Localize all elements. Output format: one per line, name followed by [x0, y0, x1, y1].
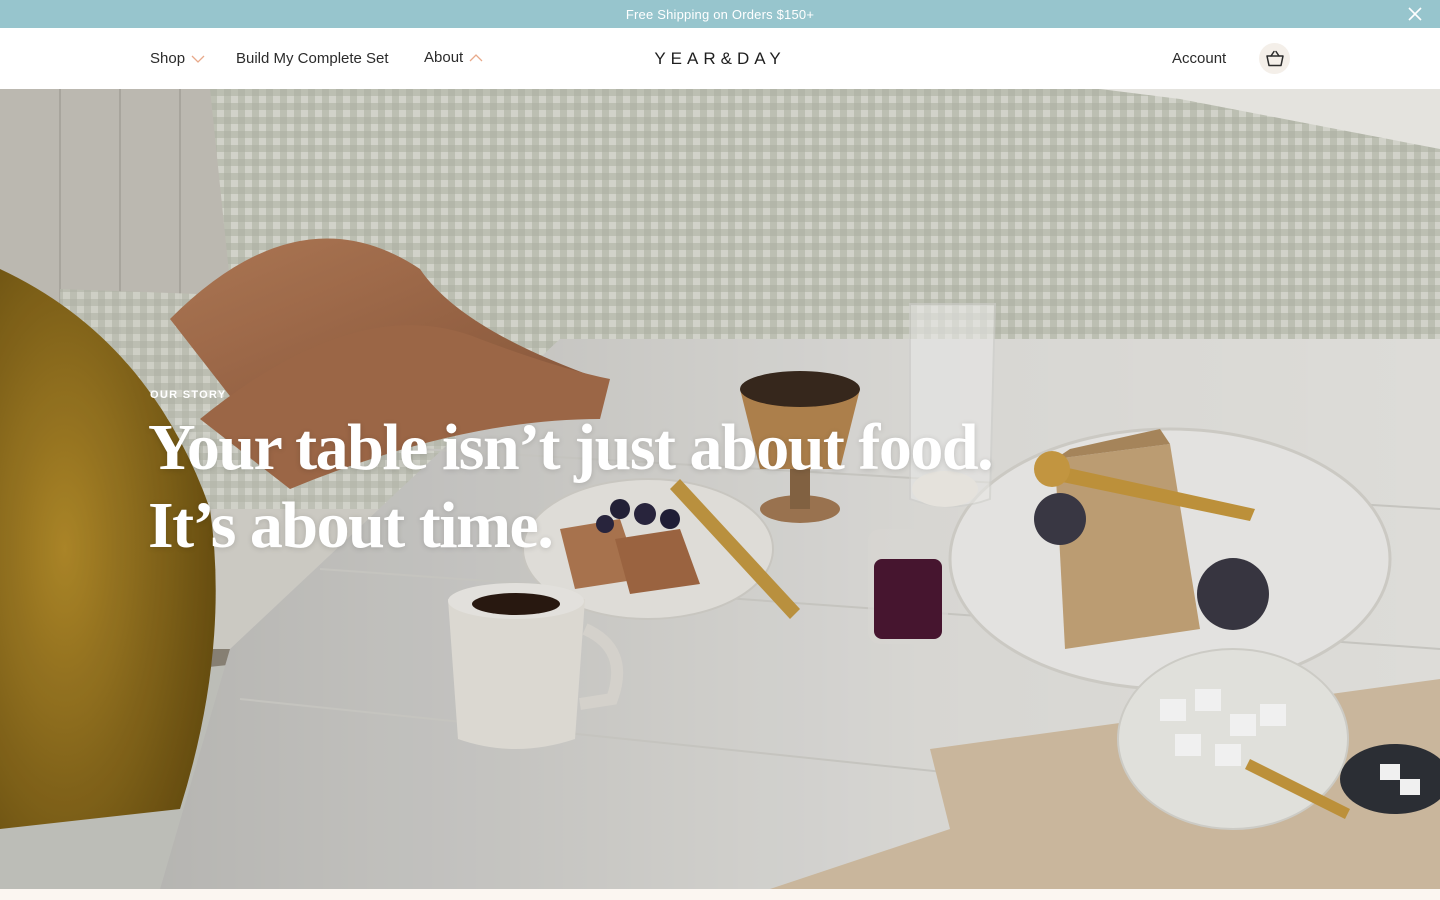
- hero-section: OUR STORY Your table isn’t just about fo…: [0, 89, 1440, 889]
- hero-headline: Your table isn’t just about food. It’s a…: [148, 409, 1048, 565]
- page-bottom-strip: [0, 889, 1440, 900]
- hero-eyebrow: OUR STORY: [150, 389, 227, 401]
- nav-account[interactable]: Account: [1172, 28, 1226, 89]
- hero-headline-line-1: Your table isn’t just about food.: [148, 411, 994, 484]
- brand-logo[interactable]: YEAR&DAY: [654, 49, 785, 69]
- nav-shop-label: Shop: [150, 50, 186, 67]
- chevron-down-icon: [191, 55, 205, 63]
- promo-text: Free Shipping on Orders $150+: [625, 6, 815, 22]
- nav-account-label: Account: [1172, 50, 1227, 67]
- nav-build-my-complete-set[interactable]: Build My Complete Set: [236, 28, 389, 89]
- cart-button[interactable]: [1259, 43, 1290, 74]
- chevron-up-icon: [469, 53, 483, 61]
- main-nav: Shop Build My Complete Set About YEAR&DA…: [0, 28, 1440, 89]
- nav-about[interactable]: About: [424, 27, 483, 88]
- hero-headline-line-2: It’s about time.: [148, 489, 554, 562]
- promo-bar: Free Shipping on Orders $150+: [0, 0, 1440, 28]
- nav-build-set-label: Build My Complete Set: [236, 50, 389, 67]
- close-icon[interactable]: [1406, 5, 1424, 23]
- nav-about-label: About: [424, 49, 464, 66]
- basket-icon: [1265, 50, 1284, 66]
- nav-shop[interactable]: Shop: [150, 28, 205, 89]
